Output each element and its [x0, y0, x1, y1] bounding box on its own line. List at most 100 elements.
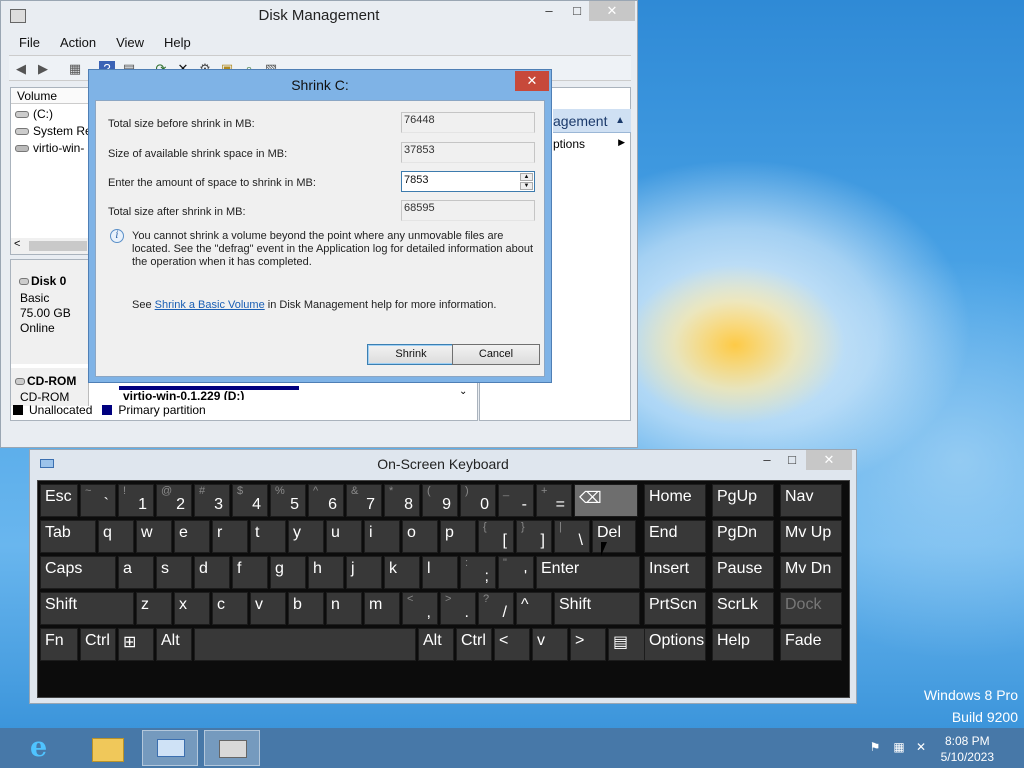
- flag-icon[interactable]: ⚑: [868, 740, 882, 754]
- key-x[interactable]: x: [174, 592, 210, 625]
- spin-down-button[interactable]: ▼: [520, 182, 533, 190]
- key-tab[interactable]: Tab: [40, 520, 96, 553]
- key-mvup[interactable]: Mv Up: [780, 520, 842, 553]
- key-k[interactable]: k: [384, 556, 420, 589]
- scrollbar-thumb[interactable]: [29, 241, 87, 251]
- key-8[interactable]: * 8: [384, 484, 420, 517]
- key-[interactable]: _ -: [498, 484, 534, 517]
- key-nav[interactable]: Nav: [780, 484, 842, 517]
- maximize-button[interactable]: □: [567, 1, 587, 21]
- volume-muted-icon[interactable]: ✕: [914, 740, 928, 754]
- key-w[interactable]: w: [136, 520, 172, 553]
- key-t[interactable]: t: [250, 520, 286, 553]
- more-actions-item[interactable]: ptions ▶: [553, 137, 629, 151]
- key-y[interactable]: y: [288, 520, 324, 553]
- key-c[interactable]: c: [212, 592, 248, 625]
- key-6[interactable]: ^ 6: [308, 484, 344, 517]
- key-v[interactable]: v: [532, 628, 568, 661]
- on-screen-keyboard-task[interactable]: [142, 730, 198, 766]
- show-hide-tree-icon[interactable]: ▦: [67, 61, 83, 77]
- disk-management-task[interactable]: [204, 730, 260, 766]
- key-f[interactable]: f: [232, 556, 268, 589]
- key-insert[interactable]: Insert: [644, 556, 706, 589]
- osk-minimize-button[interactable]: –: [758, 450, 776, 470]
- key-[interactable]: >.: [440, 592, 476, 625]
- close-button[interactable]: ✕: [589, 1, 635, 21]
- key-n[interactable]: n: [326, 592, 362, 625]
- key-caps[interactable]: Caps: [40, 556, 116, 589]
- key-d[interactable]: d: [194, 556, 230, 589]
- minimize-button[interactable]: –: [539, 1, 559, 21]
- cdrom-volume-block[interactable]: virtio-win-0.1.229 (D:): [119, 386, 299, 400]
- actions-header[interactable]: agement ▲: [553, 109, 631, 133]
- help-link[interactable]: Shrink a Basic Volume: [155, 299, 265, 311]
- key-z[interactable]: z: [136, 592, 172, 625]
- collapse-arrow-icon[interactable]: ▲: [615, 109, 625, 133]
- key-2[interactable]: @2: [156, 484, 192, 517]
- key-b[interactable]: b: [288, 592, 324, 625]
- key-[interactable]: ~ `: [80, 484, 116, 517]
- key-3[interactable]: #3: [194, 484, 230, 517]
- key-dock[interactable]: Dock: [780, 592, 842, 625]
- menu-help[interactable]: Help: [154, 33, 201, 53]
- cdrom-info[interactable]: CD-ROM CD-ROM: [11, 368, 89, 406]
- key-g[interactable]: g: [270, 556, 306, 589]
- cancel-button[interactable]: Cancel: [452, 344, 540, 365]
- key-shift[interactable]: Shift: [40, 592, 134, 625]
- shrink-button[interactable]: Shrink: [367, 344, 455, 365]
- key-fn[interactable]: Fn: [40, 628, 78, 661]
- key-ctrl[interactable]: Ctrl: [456, 628, 492, 661]
- key-4[interactable]: $4: [232, 484, 268, 517]
- dialog-close-button[interactable]: ✕: [515, 71, 549, 91]
- key-h[interactable]: h: [308, 556, 344, 589]
- key-u[interactable]: u: [326, 520, 362, 553]
- disk0-info[interactable]: Disk 0 Basic 75.00 GB Online: [11, 260, 89, 364]
- key-a[interactable]: a: [118, 556, 154, 589]
- key-mvdn[interactable]: Mv Dn: [780, 556, 842, 589]
- key-alt[interactable]: Alt: [418, 628, 454, 661]
- key-9[interactable]: (9: [422, 484, 458, 517]
- key-o[interactable]: o: [402, 520, 438, 553]
- internet-explorer-icon[interactable]: e: [18, 730, 74, 766]
- menu-view[interactable]: View: [106, 33, 154, 53]
- key-5[interactable]: % 5: [270, 484, 306, 517]
- back-arrow-icon[interactable]: ◀: [13, 61, 29, 77]
- key-m[interactable]: m: [364, 592, 400, 625]
- key-shift[interactable]: Shift: [554, 592, 640, 625]
- key-scrlk[interactable]: ScrLk: [712, 592, 774, 625]
- key-[interactable]: | \: [554, 520, 590, 553]
- key-s[interactable]: s: [156, 556, 192, 589]
- scroll-left-icon[interactable]: <: [14, 238, 20, 250]
- volume-row[interactable]: System Res: [15, 123, 98, 139]
- key-[interactable]: {[: [478, 520, 514, 553]
- key-r[interactable]: r: [212, 520, 248, 553]
- key-[interactable]: :;: [460, 556, 496, 589]
- horizontal-scrollbar[interactable]: <: [11, 238, 89, 254]
- key-0[interactable]: ) 0: [460, 484, 496, 517]
- key-del[interactable]: Del: [592, 520, 636, 553]
- chevron-down-icon[interactable]: ⌄: [459, 386, 467, 397]
- spin-up-button[interactable]: ▲: [520, 173, 533, 181]
- key-[interactable]: ⌫: [574, 484, 638, 517]
- key-[interactable]: ? /: [478, 592, 514, 625]
- key-space[interactable]: [194, 628, 416, 661]
- key-ctrl[interactable]: Ctrl: [80, 628, 116, 661]
- key-e[interactable]: e: [174, 520, 210, 553]
- key-l[interactable]: l: [422, 556, 458, 589]
- key-[interactable]: <: [494, 628, 530, 661]
- key-prtscn[interactable]: PrtScn: [644, 592, 706, 625]
- forward-arrow-icon[interactable]: ▶: [35, 61, 51, 77]
- key-alt[interactable]: Alt: [156, 628, 192, 661]
- shrink-amount-input[interactable]: 7853 ▲ ▼: [401, 171, 535, 192]
- key-i[interactable]: i: [364, 520, 400, 553]
- volume-row[interactable]: (C:): [15, 106, 53, 122]
- key-pause[interactable]: Pause: [712, 556, 774, 589]
- key-p[interactable]: p: [440, 520, 476, 553]
- key-options[interactable]: Options: [644, 628, 706, 661]
- key-[interactable]: >: [570, 628, 606, 661]
- volume-row[interactable]: virtio-win-: [15, 140, 84, 156]
- key-[interactable]: }]: [516, 520, 552, 553]
- osk-close-button[interactable]: ✕: [806, 450, 852, 470]
- key-j[interactable]: j: [346, 556, 382, 589]
- menu-action[interactable]: Action: [50, 33, 106, 53]
